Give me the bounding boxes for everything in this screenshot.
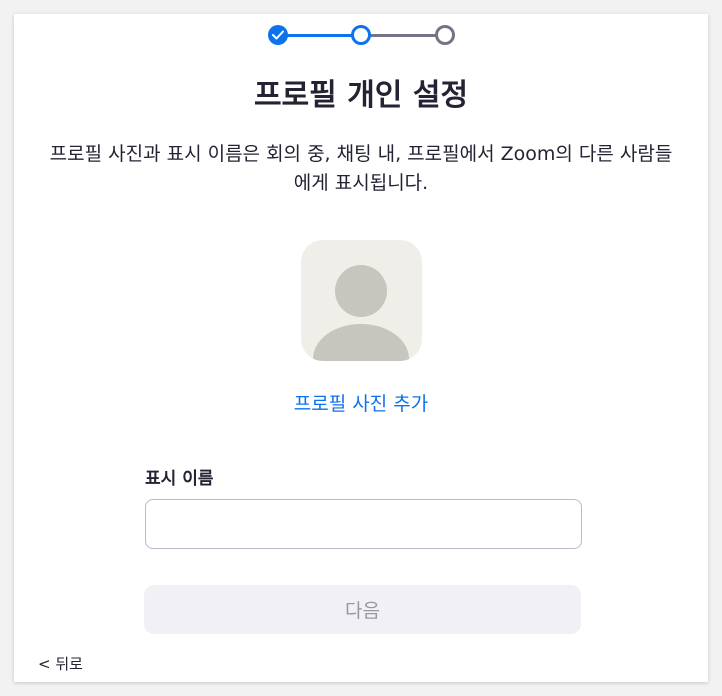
- back-link[interactable]: < 뒤로: [38, 653, 83, 675]
- display-name-label: 표시 이름: [145, 469, 214, 489]
- step-1-completed: [268, 25, 288, 45]
- stepper-line-completed: [287, 34, 353, 37]
- checkmark-icon: [272, 30, 284, 40]
- display-name-input[interactable]: [145, 499, 582, 549]
- add-profile-photo-link[interactable]: 프로필 사진 추가: [14, 390, 708, 418]
- progress-stepper: [268, 25, 456, 47]
- next-button[interactable]: 다음: [144, 585, 581, 634]
- stepper-line-pending: [370, 34, 437, 37]
- page-description: 프로필 사진과 표시 이름은 회의 중, 채팅 내, 프로필에서 Zoom의 다…: [49, 143, 673, 194]
- profile-setup-card: 프로필 개인 설정 프로필 사진과 표시 이름은 회의 중, 채팅 내, 프로필…: [14, 14, 708, 682]
- avatar-head-shape: [335, 265, 387, 317]
- step-2-current: [351, 25, 371, 45]
- avatar-body-shape: [313, 324, 409, 361]
- avatar-placeholder[interactable]: [301, 240, 422, 361]
- step-3-pending: [435, 25, 455, 45]
- page-title: 프로필 개인 설정: [253, 78, 469, 113]
